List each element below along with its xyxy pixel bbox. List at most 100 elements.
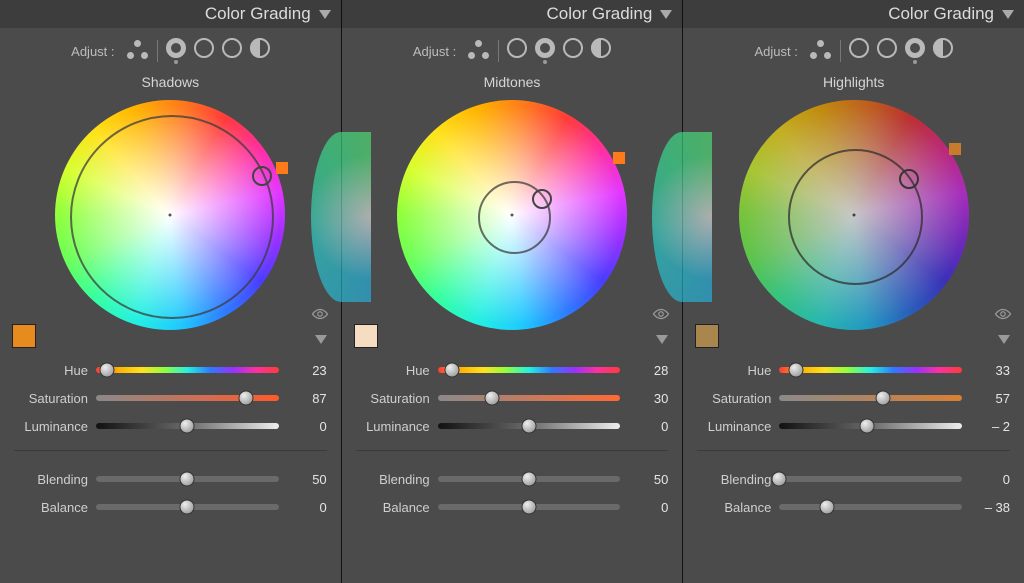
- slider-track-balance[interactable]: [96, 504, 279, 510]
- mode-indicator-dot: [543, 60, 547, 64]
- mode-indicator-dot: [174, 60, 178, 64]
- slider-label: Hue: [14, 363, 88, 378]
- saturation-ring: [70, 115, 274, 319]
- color-wheel[interactable]: [739, 100, 969, 330]
- slider-value: 33: [970, 363, 1010, 378]
- color-wheel-area: [342, 92, 683, 350]
- color-grading-panel: Color Grading Adjust : Highlights: [682, 0, 1024, 583]
- slider-thumb[interactable]: [238, 391, 253, 406]
- hue-edge-marker[interactable]: [949, 143, 961, 155]
- mode-highlights-icon[interactable]: [905, 38, 925, 58]
- adjust-label: Adjust :: [755, 44, 798, 59]
- three-way-icon[interactable]: [468, 40, 490, 62]
- slider-track-luminance[interactable]: [96, 423, 279, 429]
- slider-label: Saturation: [356, 391, 430, 406]
- slider-value: 87: [287, 391, 327, 406]
- slider-balance: Balance – 38: [697, 493, 1010, 521]
- mode-midtones-icon[interactable]: [194, 38, 214, 58]
- slider-value: – 2: [970, 419, 1010, 434]
- panel-header: Color Grading: [342, 0, 683, 28]
- slider-thumb[interactable]: [180, 500, 195, 515]
- slider-track-luminance[interactable]: [779, 423, 962, 429]
- slider-blending: Blending 0: [697, 465, 1010, 493]
- color-swatch[interactable]: [695, 324, 719, 348]
- slider-thumb[interactable]: [772, 472, 787, 487]
- mode-global-icon[interactable]: [591, 38, 611, 58]
- slider-label: Blending: [697, 472, 771, 487]
- slider-track-hue[interactable]: [438, 367, 621, 373]
- collapse-icon[interactable]: [1002, 10, 1014, 19]
- slider-label: Saturation: [14, 391, 88, 406]
- slider-label: Hue: [697, 363, 771, 378]
- slider-luminance: Luminance – 2: [697, 412, 1010, 440]
- slider-track-blending[interactable]: [96, 476, 279, 482]
- adjust-label: Adjust :: [71, 44, 114, 59]
- slider-value: – 38: [970, 500, 1010, 515]
- slider-thumb[interactable]: [522, 419, 537, 434]
- three-way-icon[interactable]: [127, 40, 149, 62]
- slider-value: 0: [628, 500, 668, 515]
- slider-label: Blending: [356, 472, 430, 487]
- slider-hue: Hue 28: [356, 356, 669, 384]
- slider-thumb[interactable]: [522, 472, 537, 487]
- collapse-icon[interactable]: [319, 10, 331, 19]
- slider-thumb[interactable]: [860, 419, 875, 434]
- slider-label: Balance: [697, 500, 771, 515]
- mode-midtones-icon[interactable]: [535, 38, 555, 58]
- wheel-knob[interactable]: [532, 189, 552, 209]
- slider-thumb[interactable]: [99, 363, 114, 378]
- color-swatch[interactable]: [354, 324, 378, 348]
- visibility-icon[interactable]: [311, 308, 329, 320]
- divider: [14, 450, 327, 451]
- mode-shadows-icon[interactable]: [849, 38, 869, 58]
- mode-highlights-icon[interactable]: [222, 38, 242, 58]
- color-grading-panel: Color Grading Adjust : Shadows: [0, 0, 341, 583]
- expand-icon[interactable]: [315, 335, 327, 344]
- slider-track-balance[interactable]: [438, 504, 621, 510]
- slider-value: 0: [628, 419, 668, 434]
- mode-shadows-icon[interactable]: [507, 38, 527, 58]
- wheel-center-dot: [169, 214, 172, 217]
- slider-track-blending[interactable]: [779, 476, 962, 482]
- slider-thumb[interactable]: [445, 363, 460, 378]
- wheel-center-dot: [511, 214, 514, 217]
- wheel-knob[interactable]: [899, 169, 919, 189]
- mode-shadows-icon[interactable]: [166, 38, 186, 58]
- slider-track-luminance[interactable]: [438, 423, 621, 429]
- slider-thumb[interactable]: [180, 472, 195, 487]
- color-wheel[interactable]: [55, 100, 285, 330]
- slider-track-hue[interactable]: [96, 367, 279, 373]
- expand-icon[interactable]: [656, 335, 668, 344]
- slider-thumb[interactable]: [819, 500, 834, 515]
- color-grading-panel: Color Grading Adjust : Midtones: [341, 0, 683, 583]
- slider-track-saturation[interactable]: [96, 395, 279, 401]
- slider-thumb[interactable]: [180, 419, 195, 434]
- panel-title: Color Grading: [888, 4, 994, 24]
- slider-thumb[interactable]: [522, 500, 537, 515]
- mode-highlights-icon[interactable]: [563, 38, 583, 58]
- slider-track-blending[interactable]: [438, 476, 621, 482]
- visibility-icon[interactable]: [652, 308, 670, 320]
- slider-track-hue[interactable]: [779, 367, 962, 373]
- three-way-icon[interactable]: [810, 40, 832, 62]
- visibility-icon[interactable]: [994, 308, 1012, 320]
- color-swatch[interactable]: [12, 324, 36, 348]
- color-wheel[interactable]: [397, 100, 627, 330]
- mode-midtones-icon[interactable]: [877, 38, 897, 58]
- hue-edge-marker[interactable]: [613, 152, 625, 164]
- wheel-knob[interactable]: [252, 166, 272, 186]
- separator: [498, 40, 499, 62]
- mode-global-icon[interactable]: [933, 38, 953, 58]
- slider-value: 28: [628, 363, 668, 378]
- slider-thumb[interactable]: [485, 391, 500, 406]
- slider-track-saturation[interactable]: [438, 395, 621, 401]
- collapse-icon[interactable]: [660, 10, 672, 19]
- slider-thumb[interactable]: [876, 391, 891, 406]
- slider-track-saturation[interactable]: [779, 395, 962, 401]
- mode-global-icon[interactable]: [250, 38, 270, 58]
- expand-icon[interactable]: [998, 335, 1010, 344]
- slider-value: 50: [628, 472, 668, 487]
- slider-thumb[interactable]: [788, 363, 803, 378]
- hue-edge-marker[interactable]: [276, 162, 288, 174]
- slider-track-balance[interactable]: [779, 504, 962, 510]
